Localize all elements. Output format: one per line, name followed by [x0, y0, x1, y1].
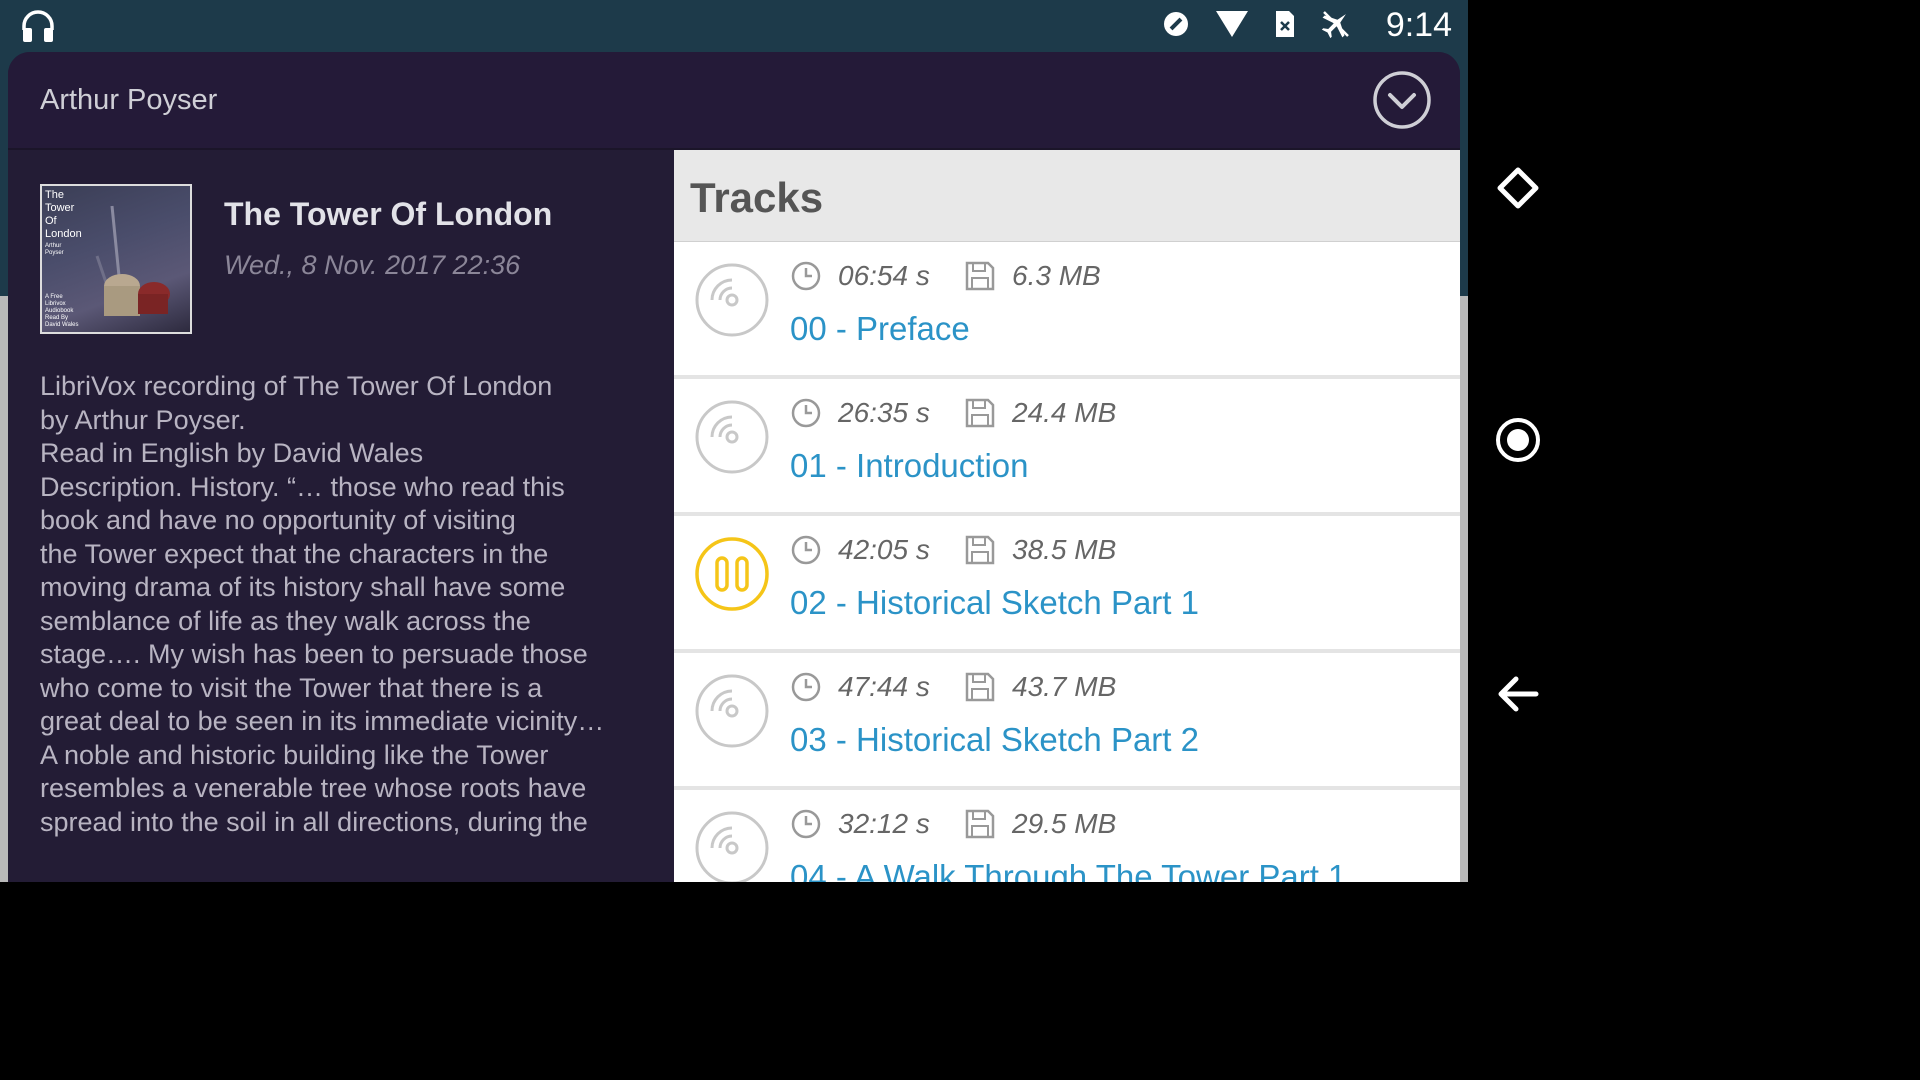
file-size-icon: [965, 535, 995, 565]
chevron-down-circle-icon: [1373, 71, 1431, 129]
track-title[interactable]: 02 - Historical Sketch Part 1: [790, 584, 1199, 622]
file-size-icon: [965, 672, 995, 702]
track-meta: 26:35 s 24.4 MB: [790, 397, 1116, 429]
cover-footer: A Free Librivox Audiobook Read By David …: [45, 294, 79, 328]
track-title[interactable]: 04 - A Walk Through The Tower Part 1: [790, 858, 1346, 882]
clock: 9:14: [1385, 6, 1452, 44]
track-status-icon[interactable]: [694, 399, 770, 475]
track-title[interactable]: 01 - Introduction: [790, 447, 1028, 485]
track-title[interactable]: 00 - Preface: [790, 310, 970, 348]
track-size: 43.7 MB: [1012, 671, 1117, 702]
track-row-1[interactable]: 26:35 s 24.4 MB 01 - Introduction: [674, 379, 1460, 516]
book-description: LibriVox recording of The Tower Of Londo…: [40, 371, 605, 837]
tracks-pane: Tracks 06:54 s 6.3 MB 00 - Preface 26:35…: [674, 150, 1460, 882]
pause-icon: [695, 537, 769, 611]
track-title[interactable]: 03 - Historical Sketch Part 2: [790, 721, 1199, 759]
track-status-icon[interactable]: [694, 536, 770, 612]
book-title: The Tower Of London: [224, 196, 553, 232]
track-meta: 42:05 s 38.5 MB: [790, 534, 1116, 566]
track-duration: 42:05 s: [838, 534, 930, 565]
track-list[interactable]: 06:54 s 6.3 MB 00 - Preface 26:35 s 24.4…: [674, 242, 1460, 882]
clock-icon: [791, 535, 821, 565]
disc-icon: [695, 811, 769, 882]
clock-icon: [791, 672, 821, 702]
track-meta: 47:44 s 43.7 MB: [790, 671, 1116, 703]
dialog-header: Arthur Poyser: [8, 52, 1460, 150]
track-status-icon[interactable]: [694, 810, 770, 882]
track-size: 6.3 MB: [1012, 260, 1101, 291]
book-detail-dialog: Arthur Poyser The Tower Of London Arthur…: [8, 52, 1460, 882]
tracks-header: Tracks: [674, 150, 1460, 242]
recents-diamond-icon: [1497, 167, 1539, 209]
status-icons: [1162, 8, 1352, 44]
home-button[interactable]: [1488, 410, 1548, 470]
track-duration: 06:54 s: [838, 260, 930, 291]
clock-icon: [791, 398, 821, 428]
track-status-icon[interactable]: [694, 673, 770, 749]
back-arrow-icon: [1498, 676, 1539, 712]
track-size: 29.5 MB: [1012, 808, 1117, 839]
tracks-title: Tracks: [690, 174, 824, 221]
disc-icon: [695, 263, 769, 337]
disc-icon: [695, 400, 769, 474]
track-row-0[interactable]: 06:54 s 6.3 MB 00 - Preface: [674, 242, 1460, 379]
navigation-bar: [1468, 0, 1568, 882]
collapse-button[interactable]: [1372, 70, 1432, 130]
cover-title: The Tower Of London Arthur Poyser: [45, 189, 82, 256]
disc-icon: [695, 674, 769, 748]
track-duration: 32:12 s: [838, 808, 930, 839]
clock-icon: [791, 261, 821, 291]
recents-button[interactable]: [1488, 158, 1548, 218]
dialog-title: Arthur Poyser: [40, 84, 218, 116]
file-size-icon: [965, 261, 995, 291]
track-meta: 06:54 s 6.3 MB: [790, 260, 1101, 292]
book-info-pane[interactable]: The Tower Of London Arthur Poyser A Free…: [8, 150, 674, 882]
file-size-icon: [965, 809, 995, 839]
book-cover: The Tower Of London Arthur Poyser A Free…: [40, 184, 192, 334]
track-duration: 47:44 s: [838, 671, 930, 702]
track-row-4[interactable]: 32:12 s 29.5 MB 04 - A Walk Through The …: [674, 790, 1460, 882]
track-size: 38.5 MB: [1012, 534, 1117, 565]
track-row-2[interactable]: 42:05 s 38.5 MB 02 - Historical Sketch P…: [674, 516, 1460, 653]
sim-no-signal-icon: [1274, 9, 1296, 44]
wifi-icon: [1214, 9, 1250, 44]
status-bar: 9:14: [0, 0, 1468, 52]
track-duration: 26:35 s: [838, 397, 930, 428]
headphones-icon: [20, 8, 56, 44]
file-size-icon: [965, 398, 995, 428]
track-size: 24.4 MB: [1012, 397, 1117, 428]
clock-icon: [791, 809, 821, 839]
do-not-disturb-icon: [1162, 10, 1190, 43]
home-circle-icon: [1496, 418, 1540, 462]
track-meta: 32:12 s 29.5 MB: [790, 808, 1116, 840]
track-row-3[interactable]: 47:44 s 43.7 MB 03 - Historical Sketch P…: [674, 653, 1460, 790]
track-status-icon[interactable]: [694, 262, 770, 338]
airplane-mode-icon: [1320, 8, 1352, 45]
book-date: Wed., 8 Nov. 2017 22:36: [224, 250, 521, 280]
back-button[interactable]: [1488, 664, 1548, 724]
